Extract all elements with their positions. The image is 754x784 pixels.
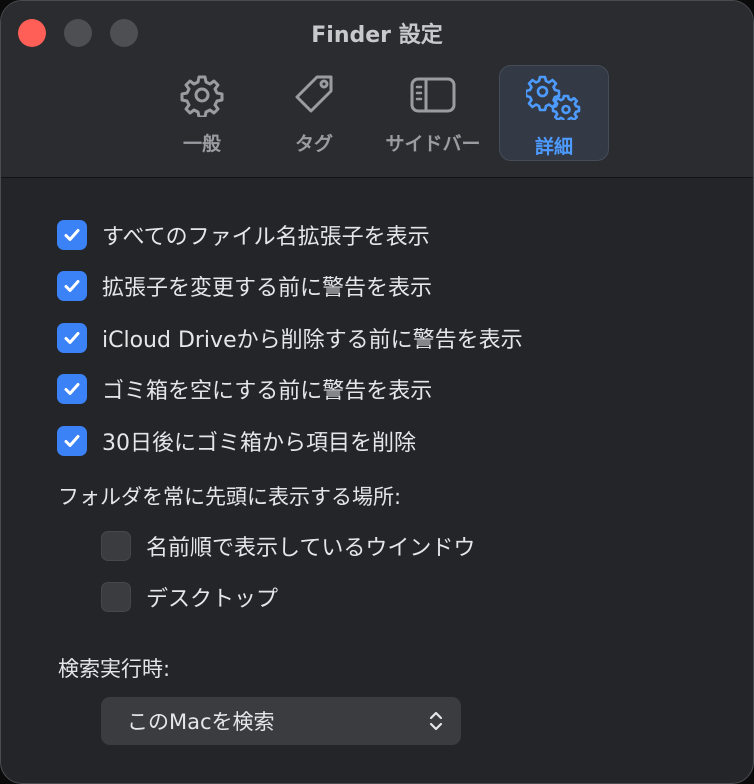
tab-label: タグ [294, 133, 333, 155]
option-label: iCloud Driveから削除する前に警告を表示 [102, 328, 523, 353]
option-folders-on-top-windows[interactable]: 名前順で表示しているウインドウ [101, 530, 475, 562]
option-remove-trash-after-30-days[interactable]: 30日後にゴミ箱から項目を削除 [57, 425, 416, 457]
search-scope-select[interactable]: このMacを検索 [101, 697, 461, 745]
checkbox-unchecked[interactable] [101, 582, 131, 612]
option-label: 名前順で表示しているウインドウ [146, 536, 476, 561]
toolbar: Finder 設定 一般 タグ サイドバー 詳細 [1, 1, 753, 178]
tab-sidebar[interactable]: サイドバー [378, 65, 488, 161]
tab-tags[interactable]: タグ [259, 65, 369, 161]
option-show-all-extensions[interactable]: すべてのファイル名拡張子を表示 [57, 219, 430, 251]
option-label: デスクトップ [146, 587, 279, 612]
search-scope-label: 検索実行時: [58, 657, 171, 681]
checkbox-checked[interactable] [57, 220, 87, 250]
option-warn-icloud-remove[interactable]: iCloud Driveから削除する前に警告を表示 [57, 322, 523, 354]
tab-advanced[interactable]: 詳細 [499, 65, 609, 161]
search-scope-value: このMacを検索 [127, 710, 275, 734]
gears-icon [524, 66, 582, 124]
checkbox-checked[interactable] [57, 374, 87, 404]
option-label: すべてのファイル名拡張子を表示 [102, 225, 430, 250]
option-folders-on-top-desktop[interactable]: デスクトップ [101, 581, 278, 613]
finder-settings-window: Finder 設定 一般 タグ サイドバー 詳細 すべてのファイル名拡張子を表示… [0, 0, 754, 784]
tab-label: 一般 [182, 133, 221, 155]
gear-icon [180, 65, 224, 121]
checkbox-unchecked[interactable] [101, 531, 131, 561]
tag-icon [291, 65, 337, 121]
tab-general[interactable]: 一般 [147, 65, 257, 161]
checkbox-checked[interactable] [57, 426, 87, 456]
sidebar-icon [409, 65, 457, 121]
option-label: ゴミ箱を空にする前に警告を表示 [102, 379, 433, 404]
chevron-up-down-icon [429, 711, 443, 736]
option-warn-empty-trash[interactable]: ゴミ箱を空にする前に警告を表示 [57, 373, 432, 405]
advanced-settings-pane: すべてのファイル名拡張子を表示 拡張子を変更する前に警告を表示 iCloud D… [1, 178, 753, 783]
folders-on-top-label: フォルダを常に先頭に表示する場所: [58, 485, 402, 509]
option-label: 30日後にゴミ箱から項目を削除 [102, 431, 416, 456]
tab-label: サイドバー [385, 133, 481, 155]
option-warn-change-extension[interactable]: 拡張子を変更する前に警告を表示 [57, 270, 432, 302]
option-label: 拡張子を変更する前に警告を表示 [102, 276, 433, 301]
checkbox-checked[interactable] [57, 323, 87, 353]
checkbox-checked[interactable] [57, 271, 87, 301]
window-title: Finder 設定 [311, 23, 443, 48]
tab-label: 詳細 [534, 136, 573, 158]
